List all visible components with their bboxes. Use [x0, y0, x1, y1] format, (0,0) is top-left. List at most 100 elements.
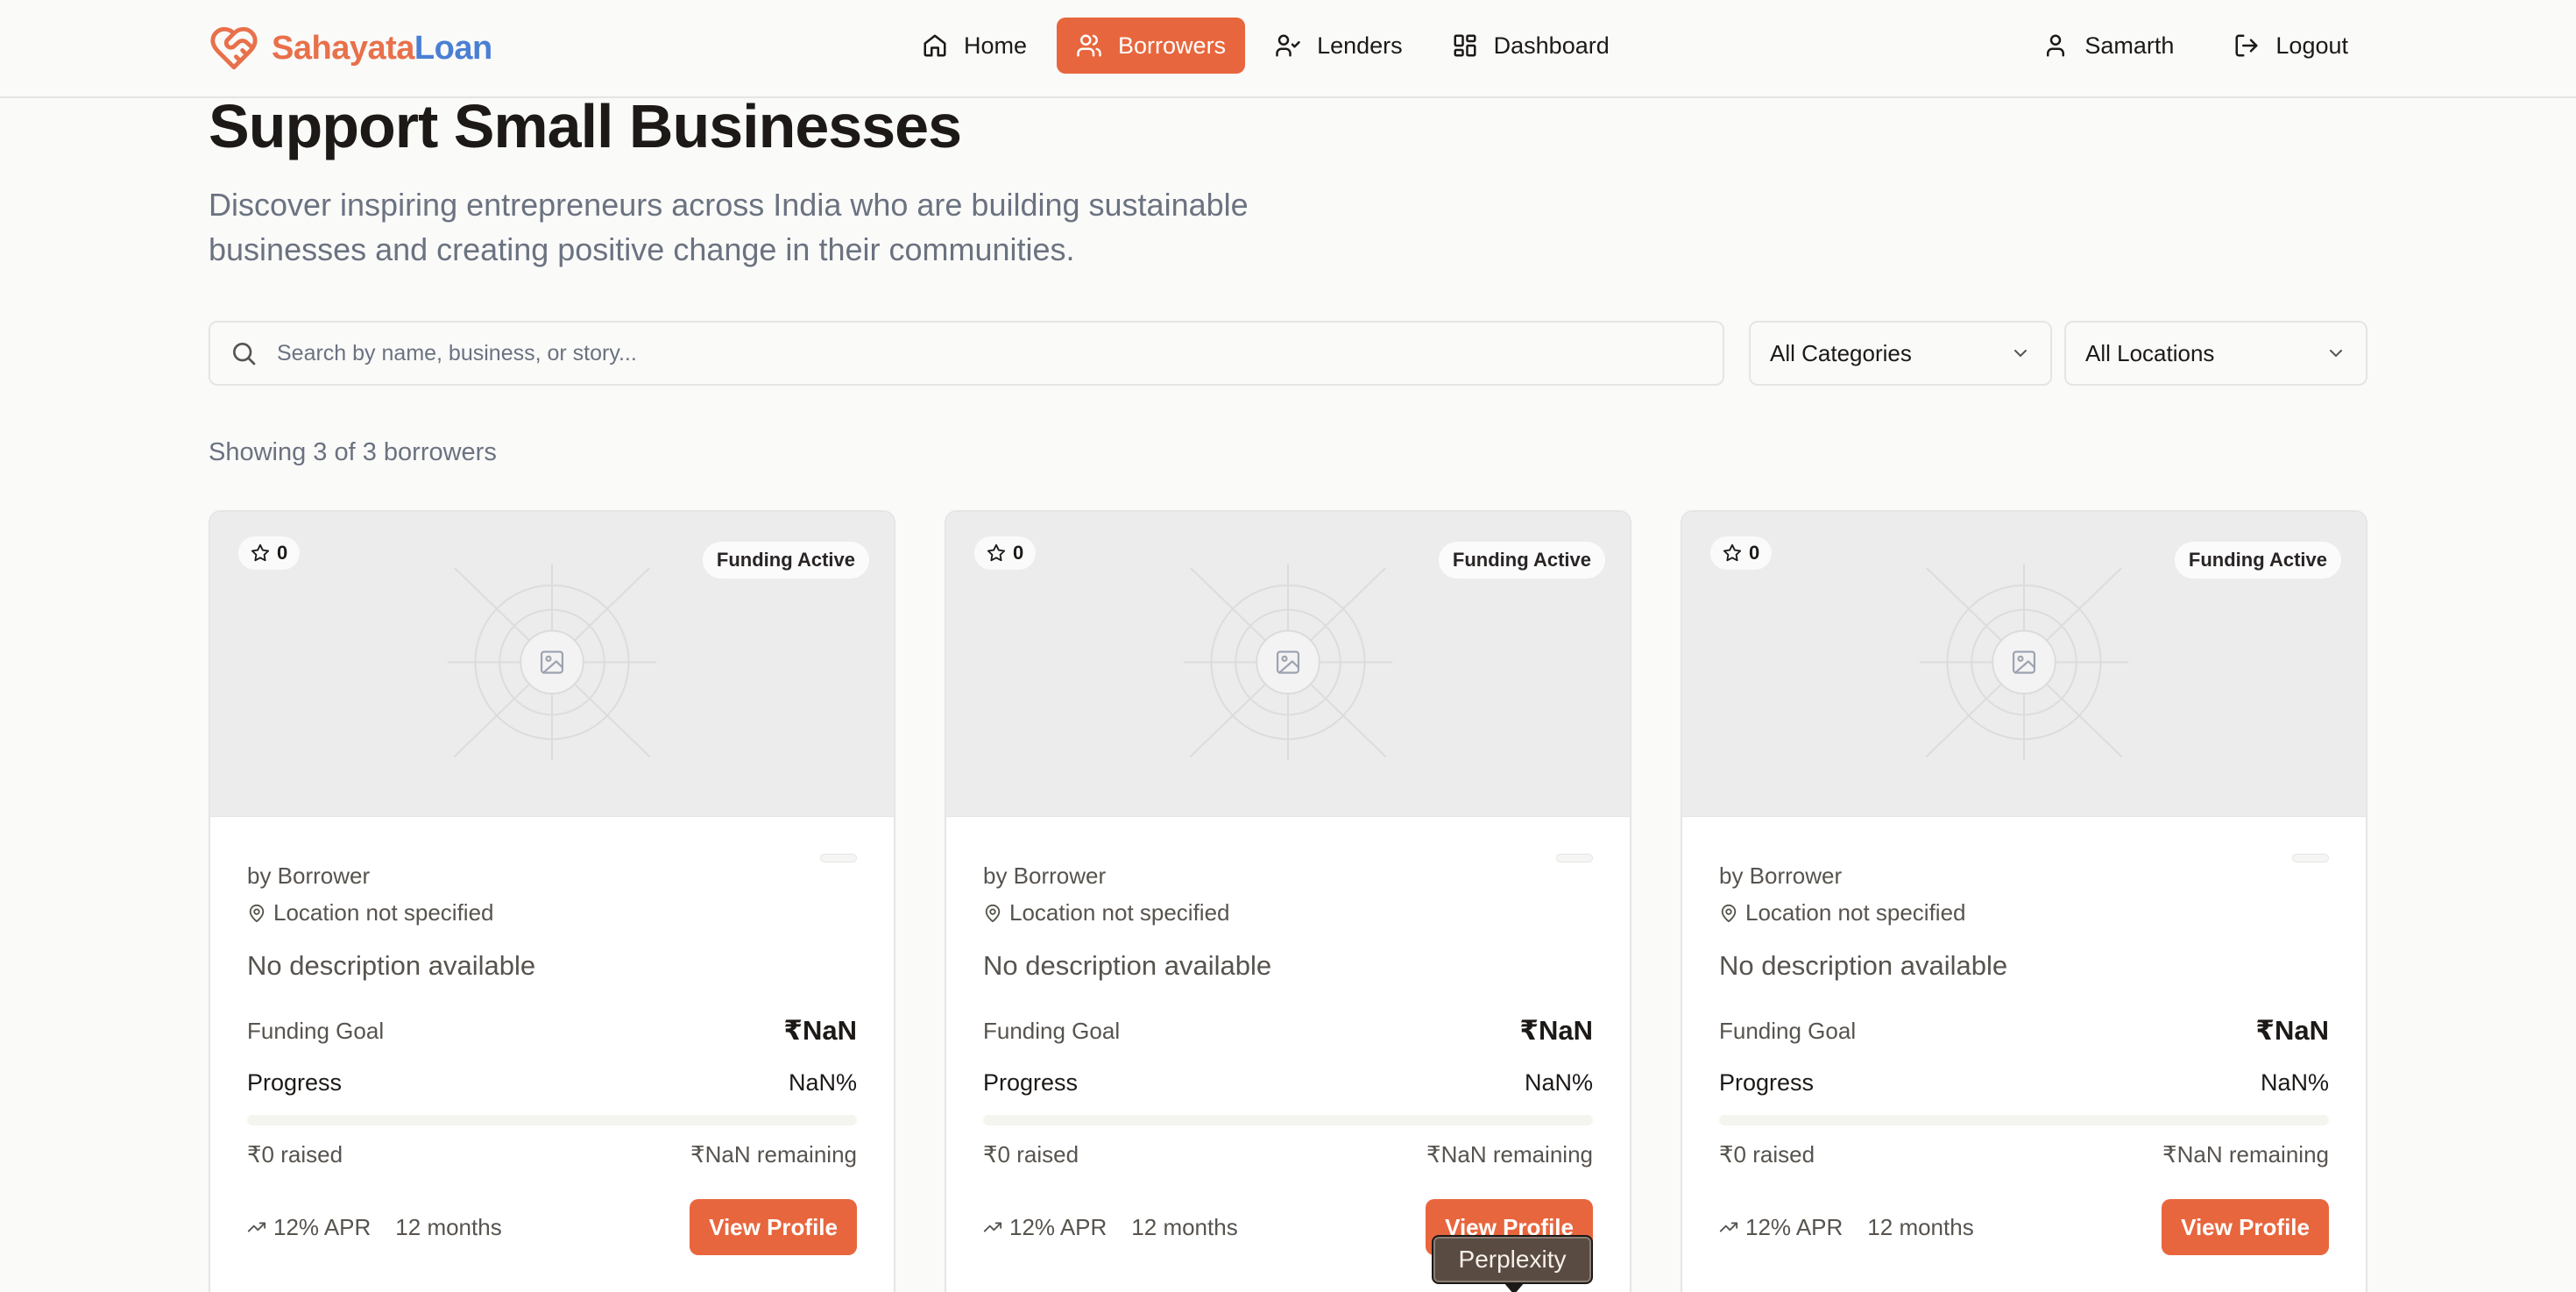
nav-item-home[interactable]: Home	[902, 18, 1046, 74]
apr-value: 12% APR	[273, 1213, 372, 1240]
funding-goal-value: ₹NaN	[1519, 1015, 1593, 1046]
trending-up-icon	[247, 1222, 266, 1232]
rating-value: 0	[1749, 542, 1760, 564]
borrower-card[interactable]: 0 Funding Active by Borrower Location no…	[209, 510, 895, 1292]
remaining-amount: ₹NaN remaining	[1426, 1141, 1593, 1168]
funding-goal-row: Funding Goal ₹NaN	[247, 1015, 857, 1047]
category-select[interactable]: All Categories	[1749, 321, 2052, 386]
apr: 12% APR	[1719, 1214, 1843, 1241]
funding-goal-row: Funding Goal ₹NaN	[983, 1015, 1593, 1047]
category-pill	[2292, 854, 2329, 863]
apr-value: 12% APR	[1009, 1213, 1108, 1240]
profile-link[interactable]: Samarth	[2023, 18, 2193, 74]
progress-label: Progress	[1719, 1069, 1815, 1096]
rating-badge[interactable]: 0	[974, 536, 1037, 570]
page-title: Support Small Businesses	[209, 92, 962, 160]
borrower-name: by Borrower	[1719, 863, 1843, 889]
user-check-icon	[1276, 34, 1300, 57]
card-footer: 12% APR 12 months View Profile	[1719, 1199, 2329, 1255]
location-select[interactable]: All Locations	[2064, 321, 2367, 386]
nav-item-label: Dashboard	[1493, 32, 1610, 59]
rating-badge[interactable]: 0	[1710, 536, 1773, 570]
logout-button[interactable]: Logout	[2214, 18, 2367, 74]
location-text: Location not specified	[273, 899, 494, 926]
nav-item-label: Borrowers	[1118, 32, 1227, 59]
loan-terms: 12% APR 12 months	[983, 1214, 1238, 1241]
description: No description available	[247, 950, 536, 981]
nav-item-label: Lenders	[1317, 32, 1403, 59]
card-image-placeholder: 0 Funding Active	[946, 512, 1630, 817]
progress-value: NaN%	[788, 1069, 857, 1096]
status-badge: Funding Active	[2174, 542, 2341, 579]
remaining-amount: ₹NaN remaining	[690, 1141, 857, 1168]
trending-up-icon	[983, 1222, 1002, 1232]
star-icon	[987, 543, 1006, 562]
location-text: Location not specified	[1745, 899, 1966, 926]
raised-row: ₹0 raised ₹NaN remaining	[247, 1141, 857, 1168]
funding-goal-label: Funding Goal	[247, 1017, 385, 1044]
loan-terms: 12% APR 12 months	[247, 1214, 502, 1241]
progress-bar	[1719, 1115, 2329, 1125]
description: No description available	[1719, 950, 2008, 981]
view-profile-button[interactable]: View Profile	[2162, 1199, 2329, 1255]
funding-goal-label: Funding Goal	[983, 1017, 1121, 1044]
search-input[interactable]	[277, 340, 1723, 366]
card-image-placeholder: 0 Funding Active	[1682, 512, 2366, 817]
brand-logo[interactable]: SahayataLoan	[209, 23, 492, 74]
trending-up-icon	[1719, 1222, 1738, 1232]
category-pill	[820, 854, 857, 863]
rating-badge[interactable]: 0	[238, 536, 301, 570]
chevron-down-icon	[2330, 350, 2342, 358]
card-footer: 12% APR 12 months View Profile	[247, 1199, 857, 1255]
progress-row: Progress NaN%	[1719, 1069, 2329, 1097]
status-badge: Funding Active	[1438, 542, 1605, 579]
funding-goal-value: ₹NaN	[2255, 1015, 2329, 1046]
view-profile-button[interactable]: View Profile	[690, 1199, 857, 1255]
loan-terms: 12% APR 12 months	[1719, 1214, 1974, 1241]
nav-item-borrowers[interactable]: Borrowers	[1057, 18, 1246, 74]
location: Location not specified	[247, 899, 494, 926]
results-count: Showing 3 of 3 borrowers	[209, 438, 497, 466]
progress-label: Progress	[247, 1069, 343, 1096]
main-nav: Home Borrowers Lenders Dashboard	[902, 18, 1629, 74]
rating-value: 0	[1013, 542, 1024, 564]
status-badge: Funding Active	[702, 542, 869, 579]
progress-row: Progress NaN%	[983, 1069, 1593, 1097]
grid-icon	[1454, 34, 1476, 57]
progress-row: Progress NaN%	[247, 1069, 857, 1097]
nav-item-lenders[interactable]: Lenders	[1256, 18, 1422, 74]
user-menu: Samarth Logout	[2023, 18, 2367, 74]
funding-goal-row: Funding Goal ₹NaN	[1719, 1015, 2329, 1047]
raised-row: ₹0 raised ₹NaN remaining	[1719, 1141, 2329, 1168]
term-value: 12 months	[395, 1213, 502, 1240]
map-pin-icon	[985, 904, 1001, 922]
progress-value: NaN%	[1524, 1069, 1593, 1096]
progress-bar	[247, 1115, 857, 1125]
top-navbar: SahayataLoan Home Borrowers Lenders Dash…	[0, 0, 2576, 98]
page-subtitle: Discover inspiring entrepreneurs across …	[209, 187, 1249, 267]
raised-row: ₹0 raised ₹NaN remaining	[983, 1141, 1593, 1168]
raised-amount: ₹0 raised	[1719, 1141, 1815, 1168]
description: No description available	[983, 950, 1272, 981]
users-icon	[1077, 34, 1101, 57]
search-icon	[233, 343, 256, 366]
user-icon	[2047, 34, 2065, 57]
nav-item-dashboard[interactable]: Dashboard	[1433, 18, 1629, 74]
progress-bar	[983, 1115, 1593, 1125]
borrower-card[interactable]: 0 Funding Active by Borrower Location no…	[1681, 510, 2367, 1292]
category-select-value: All Categories	[1770, 339, 1912, 366]
card-image-placeholder: 0 Funding Active	[210, 512, 894, 817]
star-icon	[1723, 543, 1742, 562]
brand-name: SahayataLoan	[272, 29, 492, 67]
nav-item-label: Home	[964, 32, 1028, 59]
chevron-down-icon	[2014, 350, 2027, 358]
heart-logo-icon	[210, 26, 258, 70]
category-pill	[1556, 854, 1593, 863]
borrower-card[interactable]: 0 Funding Active by Borrower Location no…	[945, 510, 1631, 1292]
borrower-name: by Borrower	[983, 863, 1107, 889]
rating-value: 0	[277, 542, 288, 564]
map-pin-icon	[249, 904, 265, 922]
logout-icon	[2235, 34, 2258, 57]
raised-amount: ₹0 raised	[247, 1141, 343, 1168]
apr: 12% APR	[247, 1214, 371, 1241]
